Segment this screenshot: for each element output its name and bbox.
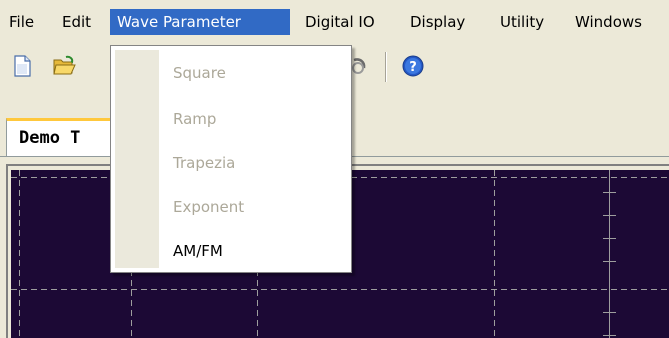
menu-item-ramp: Ramp [173, 110, 217, 128]
menu-item-square: Square [173, 64, 226, 82]
menu-item-am-fm[interactable]: AM/FM [173, 238, 223, 264]
help-icon[interactable]: ? [401, 54, 425, 78]
menu-windows[interactable]: Windows [568, 9, 649, 35]
menu-utility[interactable]: Utility [493, 9, 551, 35]
new-document-icon[interactable] [10, 54, 34, 78]
menu-item-exponent: Exponent [173, 198, 245, 216]
open-folder-icon[interactable] [52, 54, 76, 78]
svg-text:?: ? [409, 60, 417, 75]
menu-display[interactable]: Display [403, 9, 472, 35]
toolbar-separator [385, 52, 387, 82]
wave-parameter-dropdown: Square Ramp Trapezia Exponent AM/FM [110, 45, 352, 273]
menu-file[interactable]: File [2, 9, 41, 35]
refresh-icon[interactable] [352, 54, 370, 78]
menu-edit[interactable]: Edit [55, 9, 98, 35]
application-window: File Edit Wave Parameter Digital IO Disp… [0, 0, 669, 338]
menu-item-trapezia: Trapezia [173, 154, 236, 172]
menu-digital-io[interactable]: Digital IO [298, 9, 382, 35]
menu-wave-parameter[interactable]: Wave Parameter [110, 9, 290, 35]
dropdown-icon-gutter [115, 50, 159, 268]
menu-bar: File Edit Wave Parameter Digital IO Disp… [0, 0, 669, 44]
